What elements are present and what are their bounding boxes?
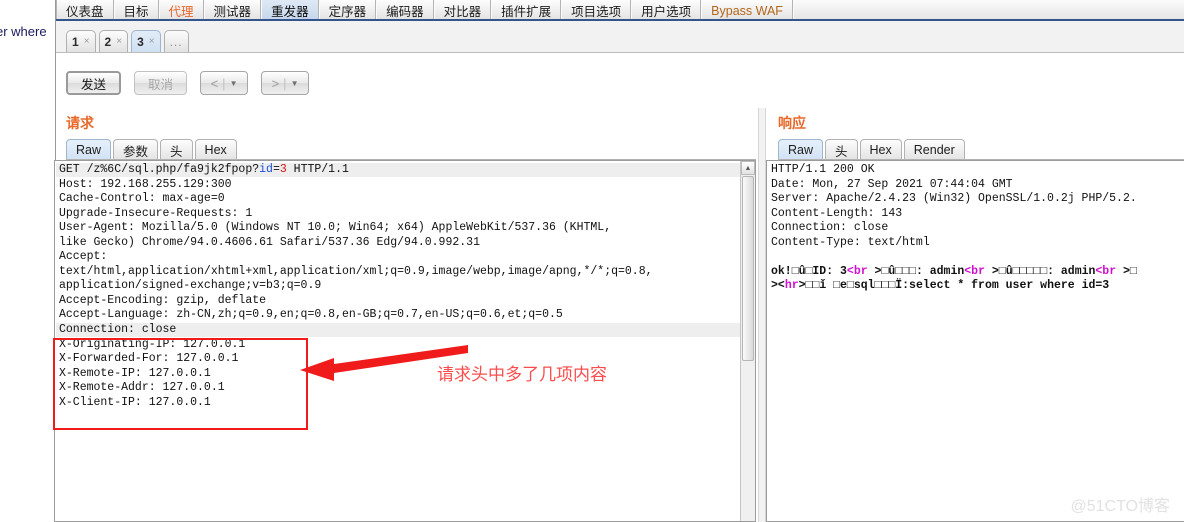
- request-scrollbar-thumb[interactable]: [742, 176, 754, 361]
- annotation-label: 请求头中多了几项内容: [437, 365, 607, 384]
- repeater-tab-3[interactable]: 3 ×: [131, 30, 161, 52]
- response-raw-text: HTTP/1.1 200 OK Date: Mon, 27 Sep 2021 0…: [771, 163, 1137, 293]
- response-tab-hex[interactable]: Hex: [859, 139, 902, 160]
- close-icon[interactable]: ×: [116, 36, 122, 47]
- response-tab-render[interactable]: Render: [903, 139, 965, 160]
- response-tab-label: 头: [835, 144, 848, 159]
- main-tab-label: 重发器: [271, 5, 309, 19]
- request-tab-raw[interactable]: Raw: [66, 139, 112, 160]
- chevron-right-icon: >: [271, 75, 280, 91]
- request-vertical-scrollbar[interactable]: ▲: [740, 161, 755, 521]
- response-tab-label: Render: [913, 143, 955, 157]
- main-tab-extender[interactable]: 插件扩展: [491, 0, 562, 19]
- request-editor[interactable]: GET /z%6C/sql.php/fa9jk2fpop?id=3 HTTP/1…: [54, 160, 756, 522]
- response-tab-headers[interactable]: 头: [825, 139, 858, 160]
- panel-splitter[interactable]: [758, 108, 766, 522]
- repeater-tab-label: 2: [104, 34, 112, 49]
- repeater-tab-label: ...: [169, 34, 183, 49]
- repeater-tab-1[interactable]: 1 ×: [66, 30, 96, 52]
- cancel-button-label: 取消: [148, 77, 174, 92]
- main-tab-intruder[interactable]: 测试器: [203, 0, 262, 19]
- chevron-down-icon[interactable]: ▼: [230, 79, 238, 88]
- request-tab-params[interactable]: 参数: [113, 139, 159, 160]
- main-tab-project-options[interactable]: 项目选项: [561, 0, 632, 19]
- main-tab-label: 用户选项: [641, 5, 692, 19]
- main-tab-label: 代理: [168, 5, 194, 19]
- repeater-tab-label: 3: [137, 34, 144, 49]
- repeater-tab-label: 1: [72, 34, 79, 49]
- request-tab-label: Hex: [204, 143, 227, 157]
- response-editor[interactable]: HTTP/1.1 200 OK Date: Mon, 27 Sep 2021 0…: [766, 160, 1184, 522]
- burp-suite-window: 仪表盘 目标 代理 测试器 重发器 定序器 编码器 对比器 插件扩展 项目选项 …: [54, 0, 1184, 522]
- repeater-tab-more[interactable]: ...: [163, 30, 189, 52]
- main-tab-label: 测试器: [213, 5, 252, 19]
- response-tab-bar: Raw 头 Hex Render: [778, 138, 967, 160]
- previous-request-button[interactable]: < | ▼: [200, 71, 249, 95]
- cancel-button[interactable]: 取消: [134, 71, 188, 95]
- main-tab-label: 对比器: [443, 5, 482, 19]
- close-icon[interactable]: ×: [149, 36, 155, 47]
- request-tab-label: Raw: [76, 143, 102, 157]
- request-panel-title: 请求: [66, 115, 94, 131]
- main-tab-label: 仪表盘: [66, 5, 104, 19]
- main-tab-label: 编码器: [386, 5, 424, 19]
- main-tab-label: Bypass WAF: [711, 3, 783, 18]
- main-tab-bar: 仪表盘 目标 代理 测试器 重发器 定序器 编码器 对比器 插件扩展 项目选项 …: [56, 0, 1184, 21]
- request-tab-label: 参数: [123, 144, 149, 159]
- chevron-left-icon: <: [210, 75, 219, 91]
- main-tab-bar-filler: [792, 0, 1184, 19]
- button-separator: |: [222, 75, 226, 91]
- response-tab-raw[interactable]: Raw: [778, 139, 824, 160]
- main-tab-user-options[interactable]: 用户选项: [631, 0, 702, 19]
- close-icon[interactable]: ×: [84, 36, 90, 47]
- repeater-work-area: 发送 取消 < | ▼ > | ▼ 请求 Raw 参数 头 Hex GET /z…: [54, 53, 1184, 522]
- request-tab-label: 头: [170, 144, 183, 159]
- main-tab-label: 目标: [123, 5, 149, 19]
- repeater-tab-bar: 1 × 2 × 3 × ...: [56, 23, 1184, 53]
- request-tab-headers[interactable]: 头: [160, 139, 193, 160]
- response-panel-title: 响应: [778, 115, 806, 131]
- main-tab-repeater[interactable]: 重发器: [261, 0, 319, 19]
- send-button[interactable]: 发送: [66, 71, 122, 95]
- watermark-label: @51CTO博客: [1070, 498, 1170, 515]
- main-tab-proxy[interactable]: 代理: [158, 0, 204, 19]
- background-leftover-text: er where: [0, 24, 47, 39]
- main-tab-label: 项目选项: [571, 5, 622, 19]
- main-tab-dashboard[interactable]: 仪表盘: [56, 0, 114, 19]
- main-tab-target[interactable]: 目标: [113, 0, 159, 19]
- request-tab-hex[interactable]: Hex: [194, 139, 237, 160]
- send-button-label: 发送: [81, 77, 107, 92]
- chevron-down-icon[interactable]: ▼: [291, 79, 299, 88]
- main-tab-comparer[interactable]: 对比器: [433, 0, 492, 19]
- response-tab-label: Hex: [869, 143, 892, 157]
- main-tab-sequencer[interactable]: 定序器: [318, 0, 377, 19]
- main-tab-bypass-waf[interactable]: Bypass WAF: [701, 0, 793, 19]
- button-separator: |: [283, 75, 287, 91]
- main-tab-label: 定序器: [328, 5, 367, 19]
- main-tab-label: 插件扩展: [501, 5, 552, 19]
- main-tab-decoder[interactable]: 编码器: [376, 0, 434, 19]
- repeater-tab-2[interactable]: 2 ×: [98, 30, 129, 52]
- scroll-up-icon[interactable]: ▲: [741, 161, 755, 175]
- action-toolbar: 发送 取消 < | ▼ > | ▼: [66, 71, 310, 95]
- screenshot-root: er where 仪表盘 目标 代理 测试器 重发器 定序器 编码器 对比器 插…: [0, 0, 1184, 522]
- next-request-button[interactable]: > | ▼: [261, 71, 310, 95]
- request-tab-bar: Raw 参数 头 Hex: [66, 138, 239, 160]
- response-tab-label: Raw: [788, 143, 814, 157]
